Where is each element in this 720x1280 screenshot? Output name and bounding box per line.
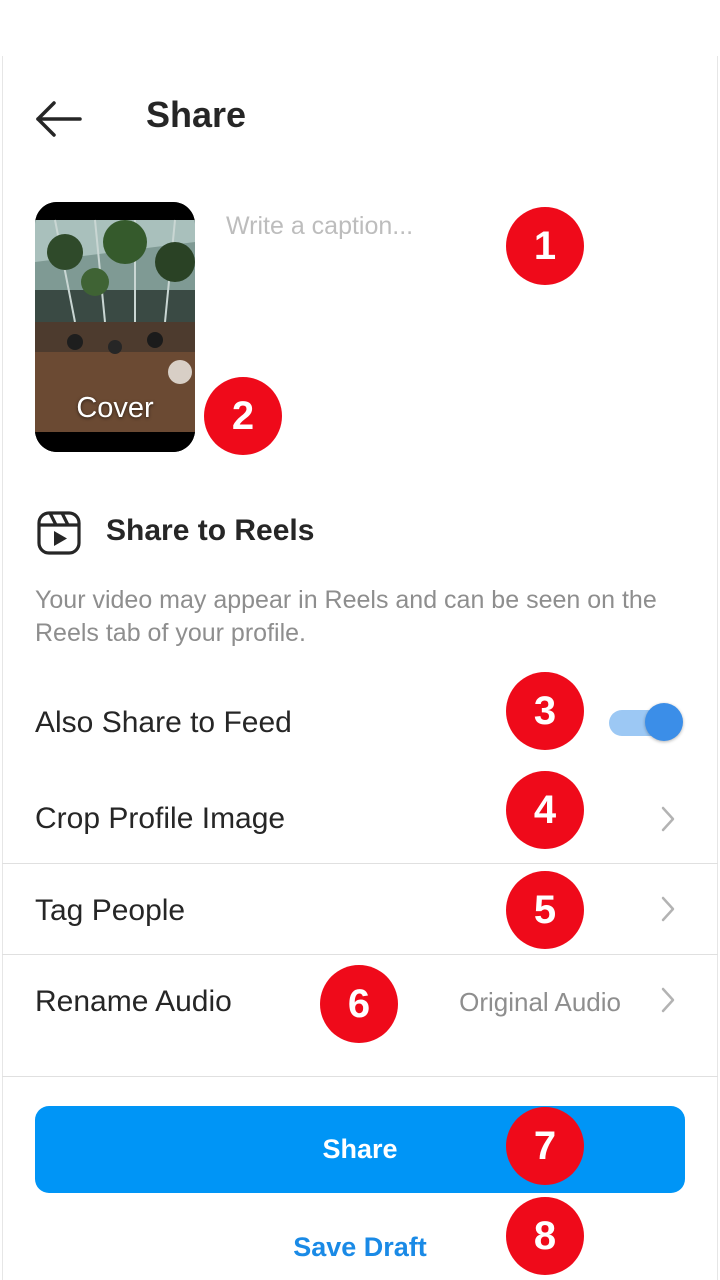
annotation-badge-7: 7 <box>506 1107 584 1185</box>
chevron-right-icon <box>661 806 675 832</box>
cover-thumbnail[interactable]: Cover <box>35 202 195 452</box>
cover-label: Cover <box>76 392 154 424</box>
share-to-reels-title: Share to Reels <box>106 514 315 547</box>
chevron-right-icon <box>661 896 675 922</box>
annotation-badge-3: 3 <box>506 672 584 750</box>
chevron-right-icon <box>661 987 675 1013</box>
annotation-badge-6: 6 <box>320 965 398 1043</box>
back-button[interactable] <box>34 98 84 140</box>
rename-audio-label: Rename Audio <box>35 985 232 1018</box>
tag-people-label: Tag People <box>35 894 186 927</box>
crop-profile-image-row[interactable]: Crop Profile Image <box>2 774 718 864</box>
share-button[interactable]: Share <box>35 1106 685 1193</box>
annotation-badge-2: 2 <box>204 377 282 455</box>
annotation-badge-4: 4 <box>506 771 584 849</box>
crop-profile-image-label: Crop Profile Image <box>35 802 286 835</box>
share-to-reels-description: Your video may appear in Reels and can b… <box>35 586 657 647</box>
annotation-badge-5: 5 <box>506 871 584 949</box>
divider <box>2 1076 718 1077</box>
share-to-feed-toggle[interactable] <box>607 702 683 742</box>
page-title: Share <box>146 94 247 135</box>
annotation-badge-1: 1 <box>506 207 584 285</box>
caption-input[interactable] <box>226 206 496 246</box>
also-share-to-feed-label: Also Share to Feed <box>35 706 292 739</box>
tag-people-row[interactable]: Tag People <box>2 864 718 954</box>
save-draft-button[interactable]: Save Draft <box>260 1232 460 1263</box>
audio-name-value: Original Audio <box>459 987 621 1017</box>
arrow-left-icon <box>36 101 82 137</box>
toggle-knob <box>645 703 683 741</box>
reels-icon <box>37 511 81 555</box>
annotation-badge-8: 8 <box>506 1197 584 1275</box>
